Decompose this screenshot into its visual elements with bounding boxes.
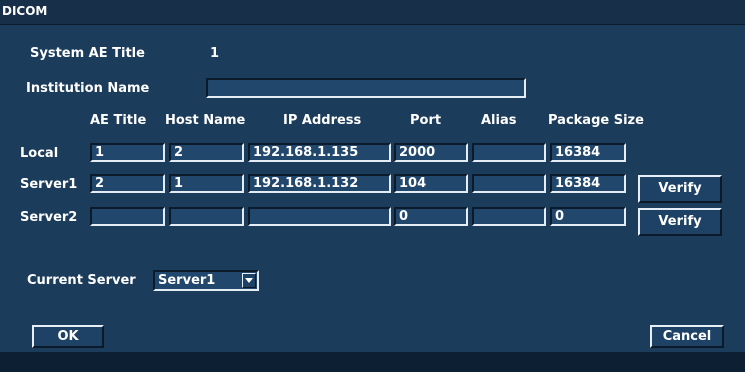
server1-verify-button[interactable]: Verify (638, 175, 722, 203)
server2-package-size-field[interactable]: 0 (550, 207, 626, 226)
column-header-ae-title: AE Title (90, 113, 147, 128)
dropdown-arrow-icon[interactable] (242, 273, 256, 288)
row-label-server2: Server2 (20, 210, 78, 225)
server1-port-field[interactable]: 104 (394, 174, 468, 193)
row-label-local: Local (20, 146, 59, 161)
local-port-field[interactable]: 2000 (394, 143, 468, 162)
local-host-name-field[interactable]: 2 (169, 143, 244, 162)
column-header-alias: Alias (481, 113, 517, 128)
local-package-size-field[interactable]: 16384 (550, 143, 626, 162)
institution-name-field[interactable] (206, 78, 526, 98)
server2-ae-title-field[interactable] (90, 207, 165, 226)
local-alias-field[interactable] (472, 143, 546, 162)
status-bar (0, 352, 745, 372)
cancel-button[interactable]: Cancel (650, 325, 724, 348)
server2-port-field[interactable]: 0 (394, 207, 468, 226)
system-ae-title-label: System AE Title (30, 46, 145, 61)
server1-package-size-field[interactable]: 16384 (550, 174, 626, 193)
column-header-package-size: Package Size (548, 113, 644, 128)
system-ae-title-value: 1 (210, 46, 220, 61)
server2-ip-address-field[interactable] (248, 207, 391, 226)
row-label-server1: Server1 (20, 177, 78, 192)
server2-host-name-field[interactable] (169, 207, 244, 226)
column-header-ip-address: IP Address (283, 113, 362, 128)
server1-alias-field[interactable] (472, 174, 546, 193)
institution-name-label: Institution Name (26, 81, 150, 96)
current-server-select[interactable]: Server1 (153, 270, 259, 291)
local-ae-title-field[interactable]: 1 (90, 143, 165, 162)
server1-ae-title-field[interactable]: 2 (90, 174, 165, 193)
current-server-label: Current Server (27, 273, 136, 288)
column-header-port: Port (410, 113, 442, 128)
column-header-host-name: Host Name (165, 113, 246, 128)
current-server-value: Server1 (158, 273, 216, 288)
server2-verify-button[interactable]: Verify (638, 208, 722, 236)
server1-host-name-field[interactable]: 1 (169, 174, 244, 193)
server2-alias-field[interactable] (472, 207, 546, 226)
dialog-titlebar: DICOM (0, 0, 745, 25)
server1-ip-address-field[interactable]: 192.168.1.132 (248, 174, 391, 193)
dialog-title: DICOM (2, 4, 48, 18)
local-ip-address-field[interactable]: 192.168.1.135 (248, 143, 391, 162)
ok-button[interactable]: OK (32, 325, 104, 348)
